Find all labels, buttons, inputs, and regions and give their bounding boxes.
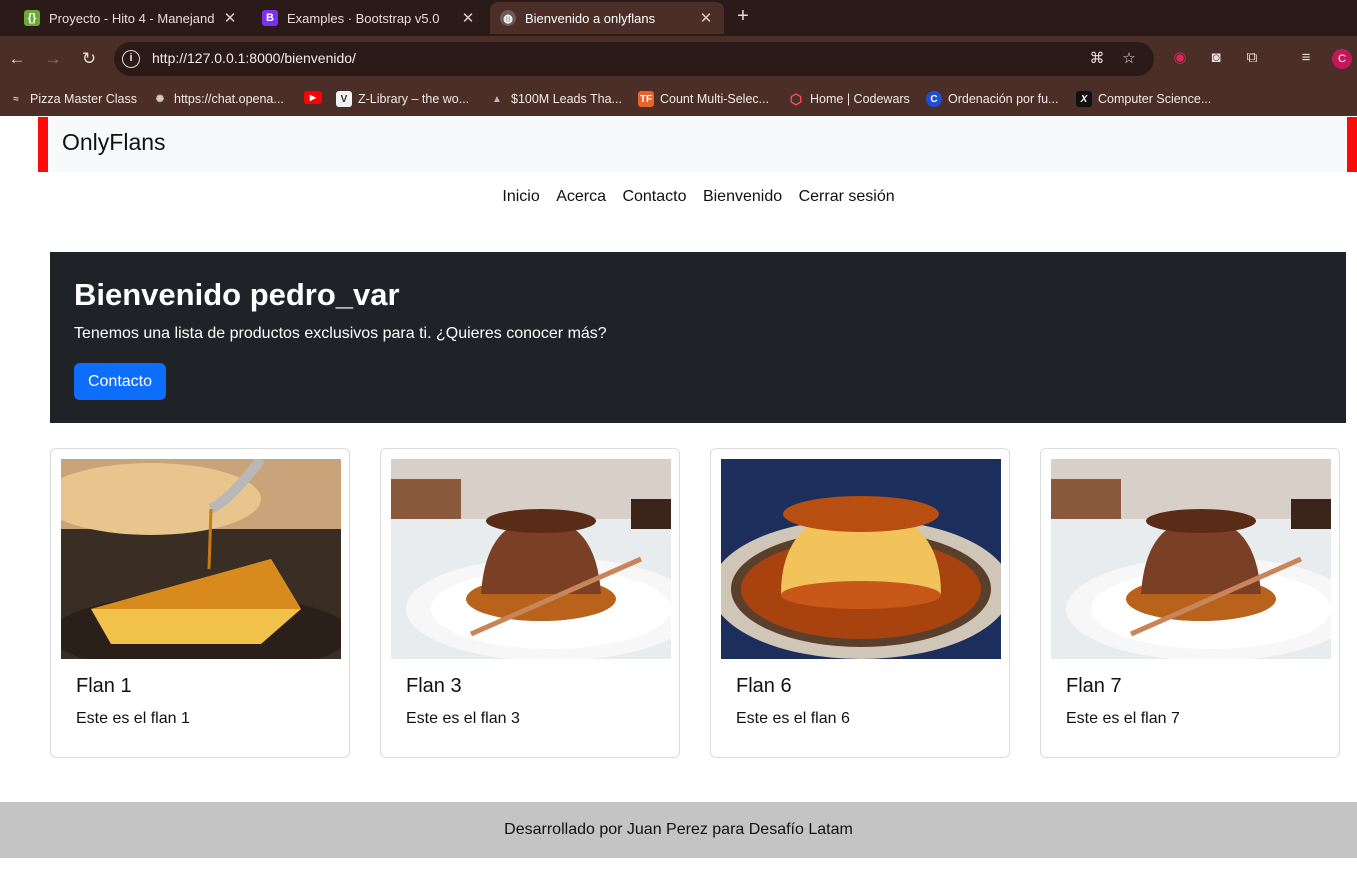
- bootstrap-icon: B: [262, 10, 278, 26]
- back-arrow-icon[interactable]: ←: [6, 48, 28, 70]
- close-icon[interactable]: ✕: [698, 9, 714, 27]
- tf-icon: TF: [638, 91, 654, 107]
- reload-icon[interactable]: ↻: [78, 48, 100, 70]
- bookmark-item[interactable]: V Z-Library – the wo...: [336, 91, 469, 107]
- leads-icon: ▲: [492, 93, 502, 105]
- site-header: OnlyFlans: [38, 117, 1357, 172]
- nav-link-contacto[interactable]: Contacto: [622, 188, 686, 206]
- nav-link-bienvenido[interactable]: Bienvenido: [703, 188, 782, 206]
- bookmark-item[interactable]: ▲ $100M Leads Tha...: [489, 91, 622, 107]
- site-footer: Desarrollado por Juan Perez para Desafío…: [0, 802, 1357, 858]
- product-image-flan-6: [721, 459, 1001, 659]
- pizza-icon: ≈: [13, 93, 19, 105]
- product-image-flan-7: [1051, 459, 1331, 659]
- product-card: Flan 3 Este es el flan 3: [380, 448, 680, 758]
- bookmark-item[interactable]: X Computer Science...: [1076, 91, 1211, 107]
- site-brand[interactable]: OnlyFlans: [62, 129, 166, 156]
- browser-tab-bar: {} Proyecto - Hito 4 - Manejando ✕ B Exa…: [0, 0, 1357, 36]
- product-card: Flan 6 Este es el flan 6: [710, 448, 1010, 758]
- bookmark-item[interactable]: ⬡ Home | Codewars: [788, 91, 910, 107]
- nav-link-acerca[interactable]: Acerca: [556, 188, 606, 206]
- youtube-icon: ▶: [304, 91, 322, 104]
- bookmark-item[interactable]: ▶: [304, 91, 328, 104]
- url-text[interactable]: http://127.0.0.1:8000/bienvenido/: [152, 50, 356, 66]
- translate-icon[interactable]: ⌘: [1088, 50, 1106, 68]
- contact-button[interactable]: Contacto: [74, 363, 166, 400]
- reading-list-icon[interactable]: ≡: [1296, 48, 1316, 68]
- new-tab-button[interactable]: +: [733, 5, 753, 29]
- replit-icon: {}: [24, 10, 40, 26]
- site-nav: Inicio Acerca Contacto Bienvenido Cerrar…: [0, 188, 1357, 206]
- nav-link-cerrar-sesion[interactable]: Cerrar sesión: [799, 188, 895, 206]
- address-bar[interactable]: i http://127.0.0.1:8000/bienvenido/ ⌘ ☆: [114, 42, 1154, 76]
- c-icon: C: [926, 91, 942, 107]
- codewars-icon: ⬡: [789, 90, 803, 107]
- camera-icon[interactable]: ◙: [1206, 48, 1226, 68]
- bookmarks-bar: ≈ Pizza Master Class ✺ https://chat.opena.…: [0, 82, 1357, 116]
- bookmark-item[interactable]: C Ordenación por fu...: [926, 91, 1058, 107]
- welcome-title: Bienvenido pedro_var: [74, 277, 400, 312]
- product-description: Este es el flan 7: [1066, 710, 1180, 727]
- product-title: Flan 3: [406, 675, 462, 697]
- product-image-flan-1: [61, 459, 341, 659]
- product-image-flan-3: [391, 459, 671, 659]
- product-title: Flan 7: [1066, 675, 1122, 697]
- close-icon[interactable]: ✕: [222, 9, 238, 27]
- welcome-text: Tenemos una lista de productos exclusivo…: [74, 325, 607, 342]
- bookmark-item[interactable]: TF Count Multi-Selec...: [638, 91, 769, 107]
- close-icon[interactable]: ✕: [460, 9, 476, 27]
- product-card: Flan 1 Este es el flan 1: [50, 448, 350, 758]
- recorder-icon[interactable]: ◉: [1170, 48, 1190, 68]
- product-title: Flan 6: [736, 675, 792, 697]
- page-content: OnlyFlans Inicio Acerca Contacto Bienven…: [0, 116, 1357, 896]
- browser-tab-1[interactable]: {} Proyecto - Hito 4 - Manejando ✕: [14, 2, 248, 34]
- globe-icon: ◍: [500, 10, 516, 26]
- welcome-banner: Bienvenido pedro_var Tenemos una lista d…: [50, 252, 1346, 423]
- product-card: Flan 7 Este es el flan 7: [1040, 448, 1340, 758]
- product-description: Este es el flan 3: [406, 710, 520, 727]
- product-description: Este es el flan 1: [76, 710, 190, 727]
- x-icon: X: [1076, 91, 1092, 107]
- bookmark-item[interactable]: ✺ https://chat.opena...: [152, 91, 284, 107]
- product-description: Este es el flan 6: [736, 710, 850, 727]
- star-icon[interactable]: ☆: [1120, 50, 1138, 68]
- bookmark-item[interactable]: ≈ Pizza Master Class: [8, 91, 137, 107]
- nav-link-inicio[interactable]: Inicio: [502, 188, 539, 206]
- zlibrary-icon: V: [336, 91, 352, 107]
- profile-avatar[interactable]: C: [1332, 49, 1352, 69]
- openai-icon: ✺: [155, 93, 165, 105]
- browser-tab-2[interactable]: B Examples · Bootstrap v5.0 ✕: [252, 2, 486, 34]
- site-info-icon[interactable]: i: [122, 50, 140, 68]
- browser-tab-active[interactable]: ◍ Bienvenido a onlyflans ✕: [490, 2, 724, 34]
- forward-arrow-icon[interactable]: →: [42, 48, 64, 70]
- extensions-icon[interactable]: ⧉: [1242, 48, 1262, 68]
- browser-toolbar: ← → ↻ i http://127.0.0.1:8000/bienvenido…: [0, 36, 1357, 82]
- product-title: Flan 1: [76, 675, 132, 697]
